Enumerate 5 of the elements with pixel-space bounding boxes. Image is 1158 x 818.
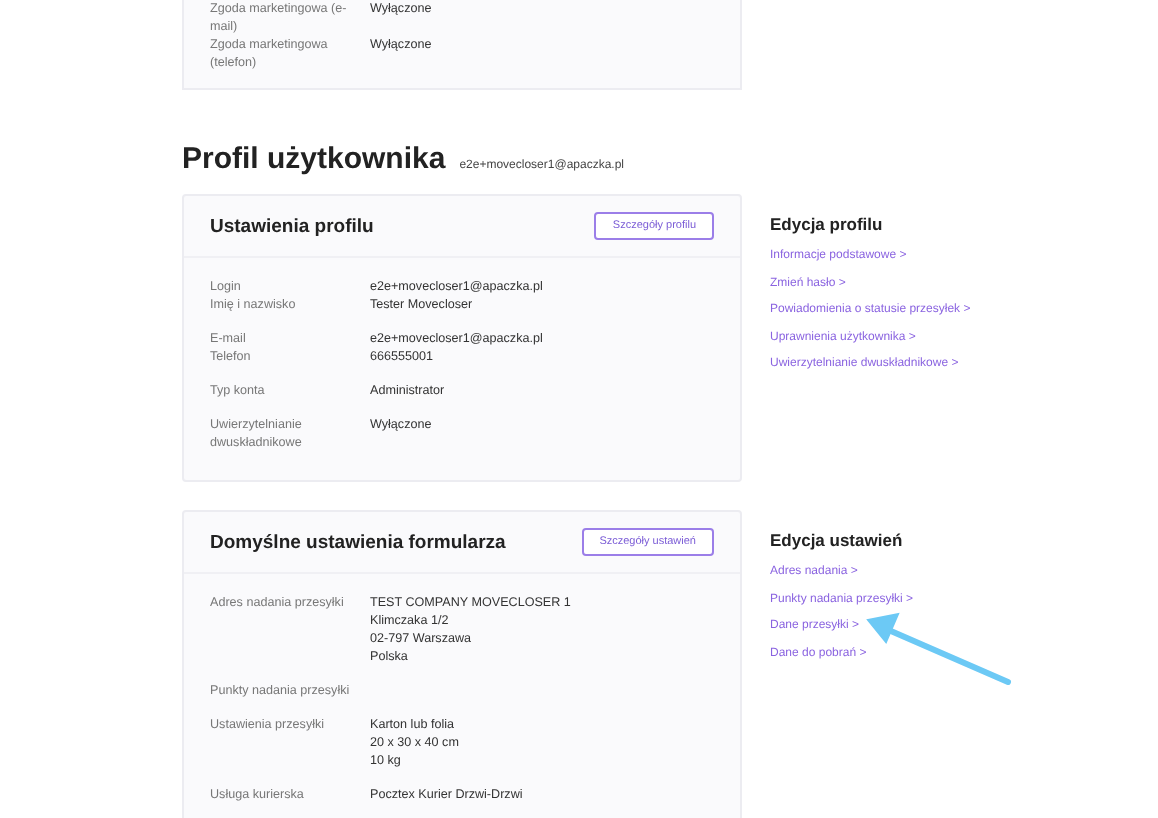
section-title: Profil użytkownika (182, 142, 446, 176)
card-title: Ustawienia profilu (210, 215, 374, 237)
panel-title: Edycja ustawień (770, 530, 905, 550)
card-title: Domyślne ustawienia formularza (210, 531, 506, 553)
panel-title: Edycja profilu (770, 214, 885, 234)
